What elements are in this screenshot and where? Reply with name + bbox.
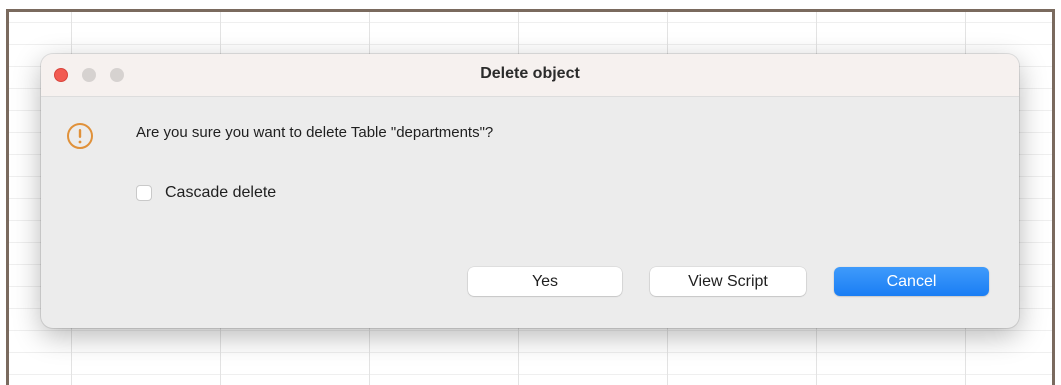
- confirmation-message: Are you sure you want to delete Table "d…: [136, 124, 494, 141]
- cascade-delete-checkbox[interactable]: [136, 185, 152, 201]
- delete-object-dialog: Delete object Are you sure you want to d…: [41, 54, 1019, 328]
- cascade-delete-option[interactable]: Cascade delete: [136, 184, 276, 202]
- dialog-title: Delete object: [480, 65, 580, 82]
- view-script-button[interactable]: View Script: [650, 267, 806, 296]
- cancel-button[interactable]: Cancel: [834, 267, 989, 296]
- dialog-titlebar: Delete object: [41, 54, 1019, 97]
- yes-button[interactable]: Yes: [468, 267, 622, 296]
- cascade-delete-label: Cascade delete: [165, 184, 277, 201]
- warning-icon: [67, 123, 93, 149]
